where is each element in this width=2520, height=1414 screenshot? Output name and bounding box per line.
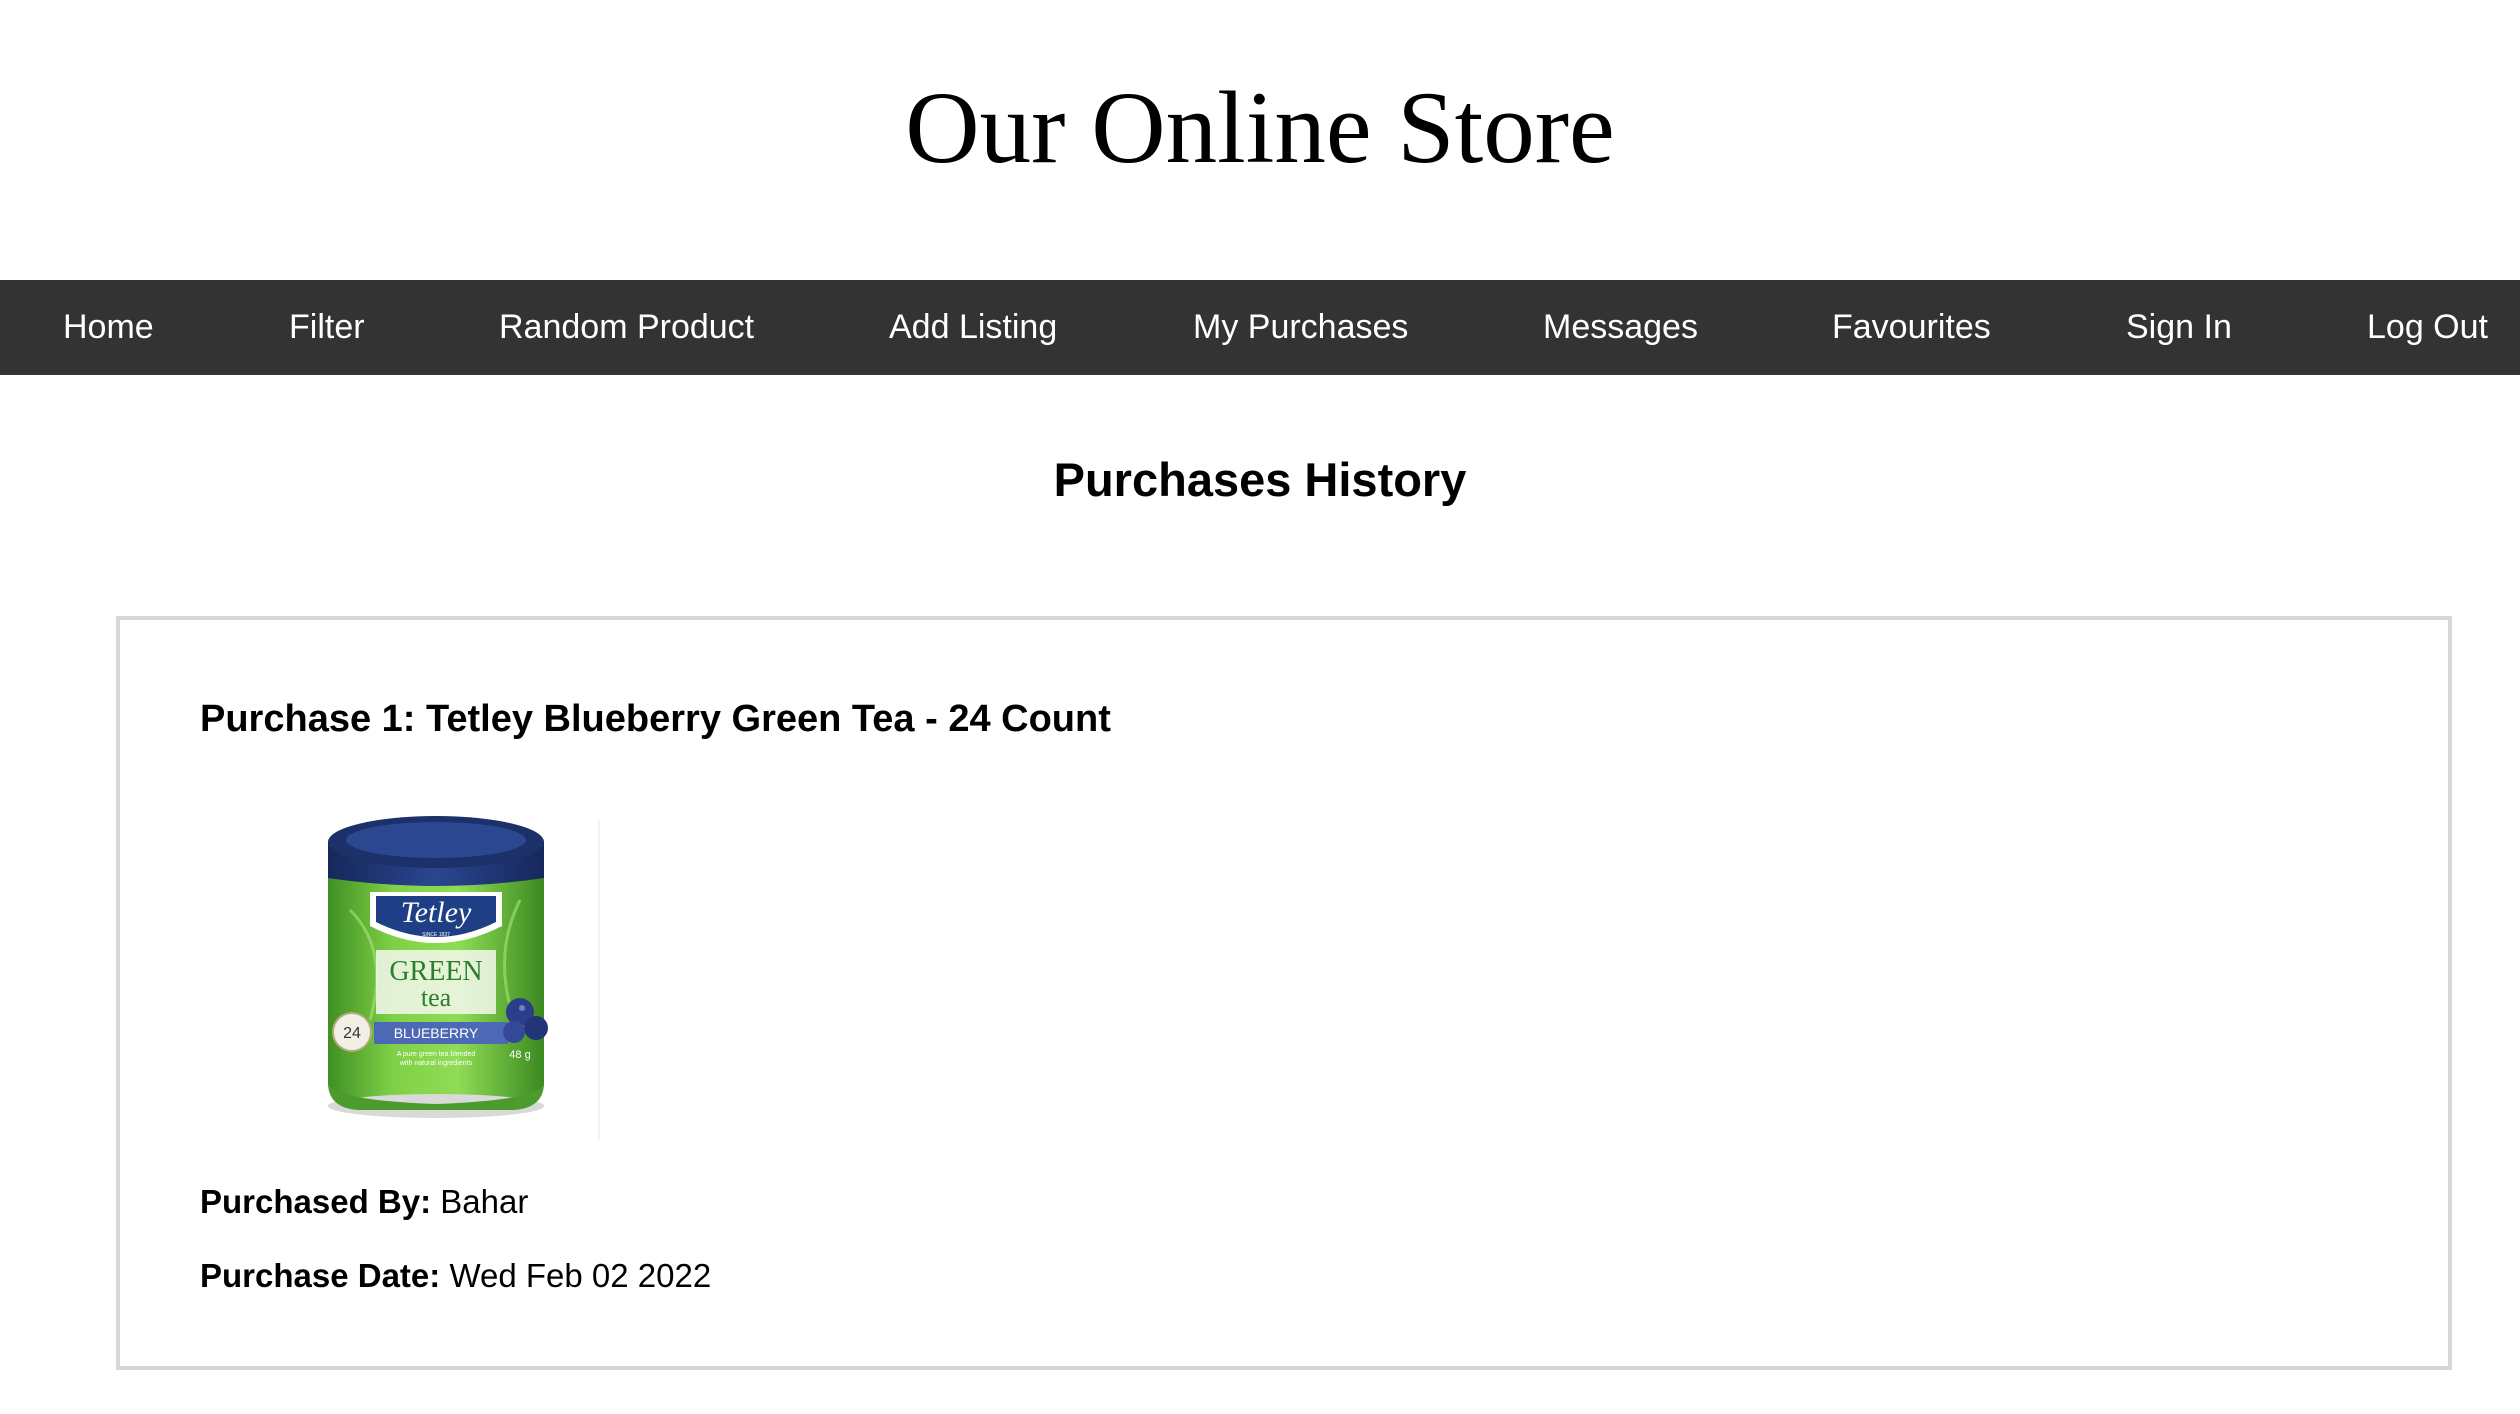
purchase-date-value: Wed Feb 02 2022 [449, 1257, 712, 1294]
purchase-card: Purchase 1: Tetley Blueberry Green Tea -… [116, 616, 2452, 1370]
product-image: Tetley SINCE 1837 GREEN tea BLUEBERRY 24… [328, 816, 548, 1118]
nav-item-favourites[interactable]: Favourites [1832, 280, 1991, 375]
purchased-by-label: Purchased By: [200, 1183, 432, 1220]
purchase-date-label: Purchase Date: [200, 1257, 441, 1294]
purchase-date-line: Purchase Date: Wed Feb 02 2022 [200, 1254, 711, 1298]
store-title: Our Online Store [905, 70, 1615, 185]
purchase-title: Purchase 1: Tetley Blueberry Green Tea -… [200, 698, 1111, 740]
main-navbar: Home Filter Random Product Add Listing M… [0, 280, 2520, 375]
nav-item-random-product[interactable]: Random Product [499, 280, 754, 375]
nav-item-home[interactable]: Home [63, 280, 154, 375]
tin-tea-text: tea [421, 983, 452, 1012]
purchased-by-line: Purchased By: Bahar [200, 1180, 528, 1224]
tin-brand-text: Tetley [401, 896, 472, 929]
purchased-by-value: Bahar [440, 1183, 529, 1220]
nav-item-messages[interactable]: Messages [1543, 280, 1698, 375]
tin-count-text: 24 [343, 1025, 361, 1042]
nav-item-sign-in[interactable]: Sign In [2126, 280, 2232, 375]
tin-tagline-2: with natural ingredients [399, 1060, 472, 1067]
image-divider [598, 820, 600, 1140]
nav-item-log-out[interactable]: Log Out [2367, 280, 2488, 375]
store-header: Our Online Store [0, 0, 2520, 280]
nav-item-filter[interactable]: Filter [289, 280, 365, 375]
tin-flavour-text: BLUEBERRY [394, 1025, 479, 1041]
tin-weight-text: 48 g [509, 1049, 530, 1061]
tin-tagline-1: A pure green tea blended [397, 1051, 476, 1058]
nav-item-add-listing[interactable]: Add Listing [889, 280, 1057, 375]
page-title: Purchases History [1053, 453, 1467, 506]
tin-since-text: SINCE 1837 [422, 932, 450, 938]
nav-item-my-purchases[interactable]: My Purchases [1193, 280, 1408, 375]
